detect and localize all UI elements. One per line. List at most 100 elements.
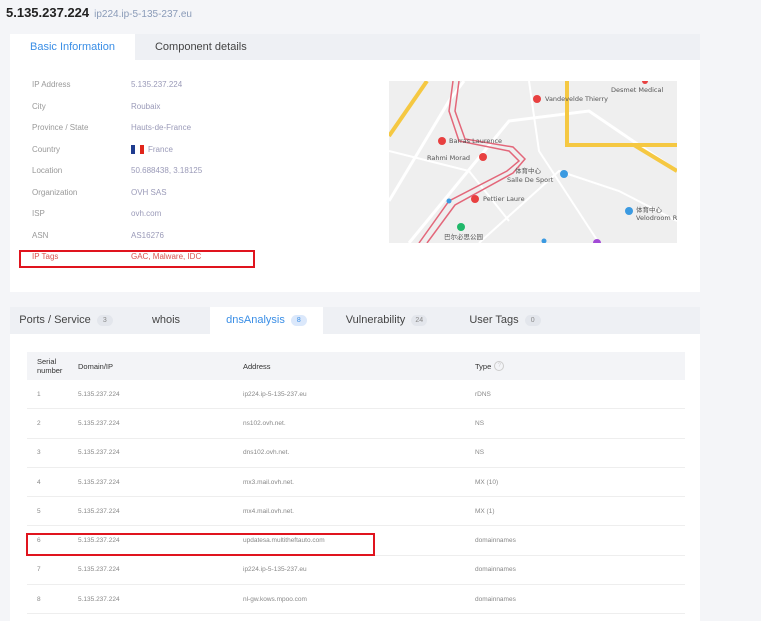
cell-domain[interactable]: 5.135.237.224	[78, 479, 243, 486]
tab-dns-analysis[interactable]: dnsAnalysis 8	[210, 307, 323, 334]
tab-label: whois	[151, 314, 181, 326]
cell-domain[interactable]: 5.135.237.224	[78, 596, 243, 603]
cell-serial: 1	[37, 390, 41, 398]
col-domain-ip: Domain/IP	[78, 361, 114, 371]
tab-vulnerability[interactable]: Vulnerability 24	[323, 307, 450, 334]
location-map[interactable]: Desmet Medical Vandevelde Thierry Barras…	[389, 81, 677, 243]
map-label: Velodroom Ro	[636, 214, 677, 222]
info-row-isp: ISP ovh.com	[32, 203, 262, 225]
info-value-country[interactable]: France	[131, 144, 173, 154]
cell-address[interactable]: ip224.ip-5-135-237.eu	[243, 391, 475, 398]
analysis-tabs: Ports / Service 3 whois dnsAnalysis 8 Vu…	[10, 307, 700, 334]
tab-ports-service[interactable]: Ports / Service 3	[10, 307, 122, 334]
cell-serial: 3	[37, 449, 41, 457]
info-key: ISP	[32, 209, 45, 219]
cell-domain[interactable]: 5.135.237.224	[78, 391, 243, 398]
info-value[interactable]: 5.135.237.224	[131, 80, 182, 89]
info-row-city: City Roubaix	[32, 96, 262, 118]
tab-count-badge: 8	[290, 315, 307, 326]
cell-type: MX (10)	[475, 478, 499, 486]
info-tabs: Basic Information Component details	[10, 34, 700, 60]
cell-domain[interactable]: 5.135.237.224	[78, 449, 243, 456]
tab-basic-information[interactable]: Basic Information	[10, 34, 135, 60]
info-row-location: Location 50.688438, 3.18125	[32, 160, 262, 182]
table-row: 1 5.135.237.224 ip224.ip-5-135-237.eu rD…	[27, 380, 685, 410]
cell-address[interactable]: mx4.mail.ovh.net.	[243, 508, 475, 515]
col-serial-number: Serial number	[37, 357, 63, 375]
ip-tags-highlight-box	[19, 250, 255, 268]
cell-type: rDNS	[475, 390, 491, 398]
info-key: Location	[32, 166, 63, 176]
info-row-organization: Organization OVH SAS	[32, 182, 262, 204]
col-type: Type?	[475, 361, 675, 371]
tab-label: dnsAnalysis	[226, 314, 285, 326]
tab-count-badge: 0	[524, 315, 541, 326]
cell-domain[interactable]: 5.135.237.224	[78, 508, 243, 515]
map-label: Desmet Medical	[611, 86, 663, 94]
cell-type: NS	[475, 449, 485, 457]
col-type-label: Type	[475, 361, 492, 371]
info-row-province: Province / State Hauts-de-France	[32, 117, 262, 139]
table-row: 3 5.135.237.224 dns102.ovh.net. NS	[27, 439, 685, 468]
cell-domain[interactable]: 5.135.237.224	[78, 420, 243, 427]
tab-whois[interactable]: whois	[122, 307, 210, 334]
table-row: 5 5.135.237.224 mx4.mail.ovh.net. MX (1)	[27, 497, 685, 527]
map-label: Vandevelde Thierry	[545, 95, 608, 103]
cell-address[interactable]: nl-gw.kows.mpoo.com	[243, 596, 475, 603]
cell-type: domainnames	[475, 537, 516, 545]
cell-type: domainnames	[475, 595, 516, 603]
cell-serial: 5	[37, 507, 41, 515]
cell-address[interactable]: mx3.mail.ovh.net.	[243, 479, 475, 486]
tab-label: Ports / Service	[19, 314, 91, 326]
cell-serial: 4	[37, 478, 41, 486]
info-value[interactable]: 50.688438, 3.18125	[131, 166, 202, 175]
table-header: Serial number Domain/IP Address Type?	[27, 352, 685, 380]
info-key: Province / State	[32, 123, 89, 133]
table-row: 4 5.135.237.224 mx3.mail.ovh.net. MX (10…	[27, 468, 685, 498]
col-address: Address	[243, 361, 271, 371]
info-value[interactable]: AS16276	[131, 231, 164, 240]
tab-count-badge: 3	[96, 315, 113, 326]
info-value[interactable]: ovh.com	[131, 209, 161, 218]
cell-domain[interactable]: 5.135.237.224	[78, 566, 243, 573]
table-row: 8 5.135.237.224 nl-gw.kows.mpoo.com doma…	[27, 585, 685, 615]
right-gutter	[700, 0, 761, 621]
tab-user-tags[interactable]: User Tags 0	[450, 307, 560, 334]
info-value[interactable]: Hauts-de-France	[131, 123, 191, 132]
table-row: 2 5.135.237.224 ns102.ovh.net. NS	[27, 409, 685, 439]
cell-serial: 7	[37, 566, 41, 574]
table-row: 7 5.135.237.224 ip224.ip-5-135-237.eu do…	[27, 556, 685, 586]
cell-address[interactable]: ns102.ovh.net.	[243, 420, 475, 427]
cell-type: MX (1)	[475, 507, 495, 515]
cell-serial: 2	[37, 419, 41, 427]
info-row-country: Country France	[32, 139, 262, 161]
country-name: France	[148, 144, 173, 154]
help-icon[interactable]: ?	[494, 361, 505, 371]
cell-type: domainnames	[475, 566, 516, 574]
info-value[interactable]: Roubaix	[131, 102, 160, 111]
map-label: 体育中心	[515, 166, 542, 175]
analysis-card: Ports / Service 3 whois dnsAnalysis 8 Vu…	[10, 307, 700, 621]
cell-address[interactable]: ip224.ip-5-135-237.eu	[243, 566, 475, 573]
info-key: IP Address	[32, 80, 71, 90]
map-canvas: Desmet Medical Vandevelde Thierry Barras…	[389, 81, 677, 243]
tab-label: User Tags	[469, 314, 519, 326]
suspicious-row-highlight-box	[26, 533, 375, 556]
page-title-ip: 5.135.237.224	[6, 5, 90, 20]
info-row-asn: ASN AS16276	[32, 225, 262, 247]
info-row-ip-address: IP Address 5.135.237.224	[32, 74, 262, 96]
tab-count-badge: 24	[411, 315, 428, 326]
info-key: City	[32, 101, 46, 111]
info-list: IP Address 5.135.237.224 City Roubaix Pr…	[32, 74, 262, 268]
map-label: Salle De Sport	[507, 176, 554, 184]
info-value[interactable]: OVH SAS	[131, 188, 167, 197]
page-header: 5.135.237.224 ip224.ip-5-135-237.eu	[6, 5, 192, 23]
cell-address[interactable]: dns102.ovh.net.	[243, 449, 475, 456]
info-key: ASN	[32, 230, 49, 240]
tab-component-details[interactable]: Component details	[135, 34, 267, 60]
page-title-host: ip224.ip-5-135-237.eu	[94, 9, 192, 20]
map-label: 体育中心	[636, 205, 663, 214]
info-key: Organization	[32, 187, 78, 197]
map-label: Pettier Laure	[483, 195, 525, 203]
map-label: Barras Laurence	[449, 137, 502, 145]
